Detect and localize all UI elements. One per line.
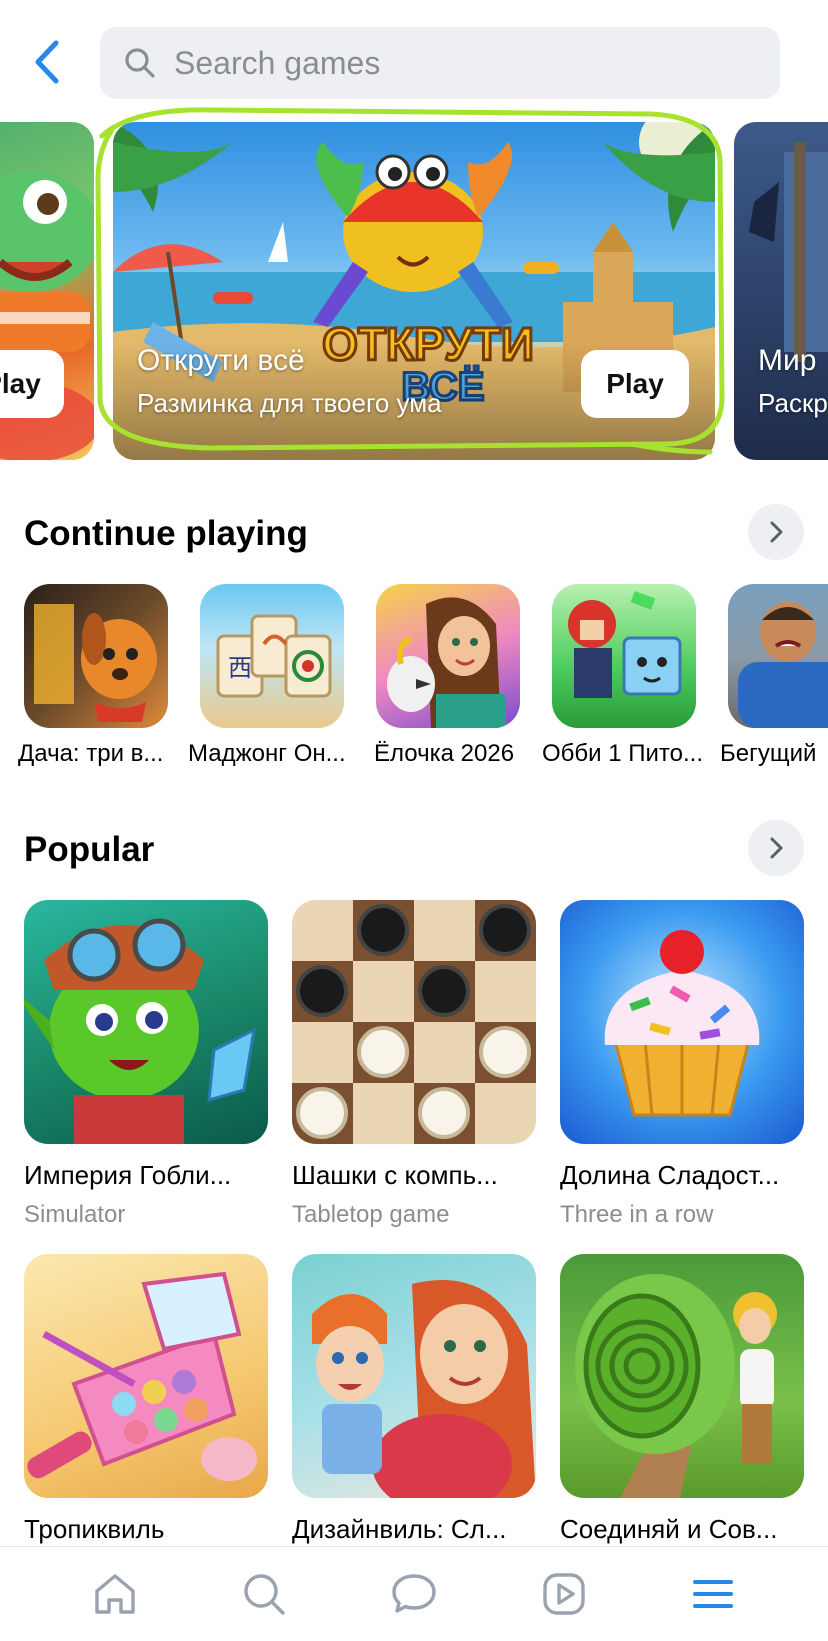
goblin-game-icon (24, 918, 256, 1144)
game-tile[interactable]: Дача: три в... (18, 584, 168, 767)
chevron-right-icon (770, 521, 783, 543)
obby-game-icon (568, 590, 682, 698)
designville-game-icon (312, 1280, 536, 1498)
game-genre: Tabletop game (292, 1201, 450, 1228)
header (0, 0, 828, 112)
search-icon (125, 48, 155, 78)
menu-icon (693, 1580, 734, 1608)
continue-playing-more-button[interactable] (748, 504, 804, 560)
nav-home[interactable] (85, 1564, 145, 1624)
game-tile[interactable]: Бегущий (720, 584, 828, 767)
banner-card-prev[interactable]: Play (0, 122, 94, 460)
game-tile[interactable]: 西 Маджонг Он... (188, 584, 346, 767)
runner-game-icon (738, 602, 828, 728)
dog-game-icon (34, 604, 157, 722)
search-bar[interactable] (100, 27, 780, 99)
nav-search[interactable] (234, 1564, 294, 1624)
nav-video[interactable] (534, 1564, 594, 1624)
bottom-navigation (0, 1546, 828, 1641)
chat-icon (392, 1574, 436, 1613)
search-input[interactable] (174, 44, 734, 82)
popular-more-button[interactable] (748, 820, 804, 876)
lawn-roll-game-icon (575, 1274, 777, 1498)
banner-card-next[interactable]: Мир Раскр (734, 122, 828, 460)
video-icon (542, 1573, 585, 1615)
game-card[interactable]: Долина Сладост... Three in a row (560, 900, 804, 1229)
girl-parrot-game-icon (387, 597, 506, 728)
game-title: Дизайнвиль: Сл... (292, 1514, 507, 1544)
game-card[interactable]: Тропиквиль (24, 1254, 268, 1545)
game-title: Долина Сладост... (560, 1160, 780, 1190)
game-genre: Three in a row (560, 1201, 714, 1228)
chevron-right-icon (770, 837, 783, 859)
game-genre: Simulator (24, 1201, 126, 1228)
section-title-popular: Popular (24, 830, 155, 869)
game-title: Империя Гобли... (24, 1160, 232, 1190)
game-title: Дача: три в... (18, 740, 164, 767)
banner-subtitle: Раскр (758, 388, 828, 418)
continue-playing-list: Дача: три в... 西 Маджонг Он... Ёлочка 20… (0, 584, 828, 774)
game-title: Тропиквиль (24, 1514, 165, 1544)
home-icon (95, 1574, 135, 1614)
banner-title: Мир (758, 344, 817, 377)
game-tile[interactable]: Обби 1 Пито... (542, 584, 703, 767)
mahjong-game-icon: 西 (216, 614, 332, 698)
game-card[interactable]: Соединяй и Сов... (560, 1254, 804, 1545)
svg-text:西: 西 (228, 654, 252, 682)
play-button[interactable]: Play (0, 350, 64, 418)
section-title-continue-playing: Continue playing (24, 514, 308, 553)
game-title: Шашки с компь... (292, 1160, 498, 1190)
game-title: Ёлочка 2026 (374, 740, 515, 767)
game-title: Маджонг Он... (188, 740, 346, 767)
game-title: Соединяй и Сов... (560, 1514, 778, 1544)
game-card[interactable]: Империя Гобли... Simulator (24, 900, 268, 1229)
makeup-palette-game-icon (27, 1271, 257, 1481)
game-title: Бегущий (720, 740, 817, 767)
cupcake-game-icon (604, 930, 760, 1117)
search-icon (244, 1574, 286, 1615)
nav-messages[interactable] (384, 1564, 444, 1624)
highlight-outline (95, 107, 725, 455)
nav-menu[interactable] (683, 1564, 743, 1624)
game-card[interactable]: Шашки с компь... Tabletop game (292, 900, 536, 1229)
checkers-game-icon (292, 900, 536, 1144)
back-button[interactable] (24, 36, 68, 88)
game-title: Обби 1 Пито... (542, 740, 703, 767)
game-card[interactable]: Дизайнвиль: Сл... (292, 1254, 536, 1545)
chevron-left-icon (35, 40, 59, 84)
game-tile[interactable]: Ёлочка 2026 (374, 584, 520, 767)
